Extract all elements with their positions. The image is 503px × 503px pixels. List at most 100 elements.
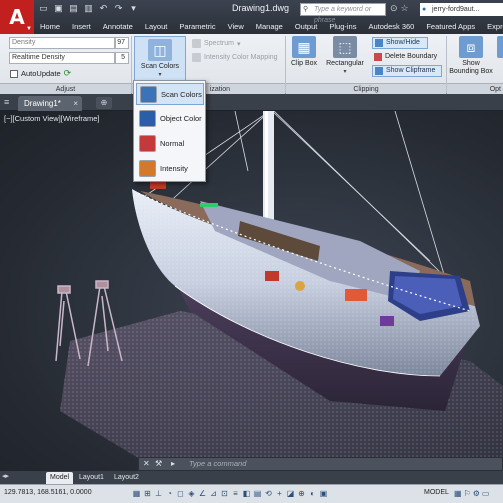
user-icon: ● (422, 6, 427, 13)
binoculars-icon[interactable]: ⊙ (390, 3, 398, 14)
more-options-button[interactable] (496, 36, 503, 60)
rectangular-label: Rectangular (326, 60, 364, 67)
new-tab-button[interactable]: ⊕ (96, 97, 112, 109)
layout-grid-icon[interactable]: ▦ (454, 489, 462, 499)
polar-icon[interactable]: ◔ (165, 489, 174, 499)
osnap-icon[interactable]: ◻ (176, 489, 185, 499)
show-bounding-box-label: Show Bounding Box (449, 60, 493, 75)
annotation-monitor-icon[interactable]: + (275, 489, 284, 499)
dropdown-item-normal[interactable]: Normal (136, 133, 204, 155)
application-menu-button[interactable]: A ▼ (0, 0, 34, 34)
3d-osnap-icon[interactable]: ◈ (187, 489, 196, 499)
drawing-viewport[interactable]: [−][Custom View][Wireframe] (0, 111, 503, 471)
isolate-icon[interactable]: ◐ (308, 489, 317, 499)
file-tab-label: Drawing1* (24, 99, 61, 108)
open-folder-icon[interactable]: ▣ (53, 3, 64, 14)
intensity-color-mapping-label: Intensity Color Mapping (204, 54, 278, 61)
dyn-icon[interactable]: ⊡ (220, 489, 229, 499)
tab-layout[interactable]: Layout (139, 20, 174, 34)
tab-nav-arrows-icon[interactable]: ◂▸ (2, 472, 9, 480)
chevron-down-icon: ▾ (236, 40, 241, 48)
scan-colors-icon: ◫ (148, 39, 172, 61)
tab-parametric[interactable]: Parametric (173, 20, 221, 34)
tab-autodesk-360[interactable]: Autodesk 360 (362, 20, 420, 34)
viewcube-icon[interactable]: ◪ (286, 489, 295, 499)
tab-insert[interactable]: Insert (66, 20, 97, 34)
model-space-toggle[interactable]: MODEL (424, 489, 449, 496)
rectangular-button[interactable]: ⬚ Rectangular ▾ (323, 36, 367, 76)
navigation-icon[interactable]: ⊕ (297, 489, 306, 499)
command-input[interactable]: Type a command (189, 458, 246, 470)
annotation-scale-icon[interactable]: ⚐ (464, 489, 471, 499)
quick-access-toolbar: ▭ ▣ ▤ ▥ ↶ ↷ ▾ (38, 3, 139, 14)
clean-screen-icon[interactable]: ▭ (482, 489, 490, 499)
workspace-icon[interactable]: ⚙ (473, 489, 480, 499)
tab-output[interactable]: Output (289, 20, 324, 34)
delete-boundary-button[interactable]: Delete Boundary (372, 51, 444, 63)
save-as-icon[interactable]: ▥ (83, 3, 94, 14)
star-icon[interactable]: ☆ (401, 3, 409, 14)
realtime-density-field[interactable]: Realtime Density (9, 52, 115, 64)
tab-annotate[interactable]: Annotate (97, 20, 139, 34)
new-file-icon[interactable]: ▭ (38, 3, 49, 14)
otrack-icon[interactable]: ∠ (198, 489, 207, 499)
dropdown-item-intensity[interactable]: Intensity (136, 158, 204, 180)
tab-model[interactable]: Model (46, 472, 74, 484)
file-tab-drawing1[interactable]: Drawing1* × (18, 96, 82, 111)
viewport-controls-label[interactable]: [−][Custom View][Wireframe] (4, 114, 100, 123)
scan-colors-icon (140, 86, 157, 103)
menu-icon[interactable]: ≡ (4, 97, 15, 108)
selection-cycling-icon[interactable]: ⟲ (264, 489, 273, 499)
show-bounding-box-button[interactable]: ⧈ Show Bounding Box (447, 36, 495, 76)
spectrum-icon (192, 39, 201, 48)
tab-layout2[interactable]: Layout2 (110, 472, 143, 484)
spectrum-button[interactable]: Spectrum ▾ (192, 39, 240, 48)
autoupdate-toggle[interactable]: AutoUpdate ⟳ (10, 68, 71, 79)
undo-icon[interactable]: ↶ (98, 3, 109, 14)
title-bar: A ▼ ▭ ▣ ▤ ▥ ↶ ↷ ▾ Drawing1.dwg ⚲ Type a … (0, 0, 503, 34)
chevron-down-icon: ▾ (343, 69, 347, 75)
dropdown-item-label: Normal (160, 139, 185, 148)
dropdown-item-scan-colors[interactable]: Scan Colors (136, 83, 204, 105)
density-field[interactable]: Density (9, 37, 115, 49)
quick-properties-icon[interactable]: ▤ (253, 489, 262, 499)
hardware-icon[interactable]: ▣ (319, 489, 328, 499)
clip-box-button[interactable]: ▦ Clip Box (288, 36, 320, 68)
grid-icon[interactable]: ▦ (132, 489, 141, 499)
show-clipframe-toggle[interactable]: Show Clipframe (372, 65, 442, 77)
tab-manage[interactable]: Manage (250, 20, 289, 34)
scan-colors-button[interactable]: ◫ Scan Colors ▾ (134, 36, 186, 82)
close-icon[interactable]: × (73, 96, 78, 111)
normal-icon (139, 135, 156, 152)
ortho-icon[interactable]: ⊥ (154, 489, 163, 499)
dropdown-item-object-color[interactable]: Object Color (136, 108, 204, 130)
user-name: jerry-ford9aut... (432, 6, 480, 13)
tab-home[interactable]: Home (34, 20, 66, 34)
tab-express[interactable]: Expre (481, 20, 503, 34)
redo-icon[interactable]: ↷ (113, 3, 124, 14)
search-input[interactable]: ⚲ Type a keyword or phrase (300, 3, 386, 24)
qat-more-icon[interactable]: ▾ (128, 3, 139, 14)
ribbon-tabs: Home Insert Annotate Layout Parametric V… (34, 20, 503, 34)
intensity-color-mapping-button[interactable]: Intensity Color Mapping (192, 53, 278, 62)
tab-plugins[interactable]: Plug-ins (323, 20, 362, 34)
wrench-icon[interactable]: ⚒ (155, 458, 162, 470)
density-value[interactable]: 97 (115, 37, 129, 49)
save-icon[interactable]: ▤ (68, 3, 79, 14)
snap-icon[interactable]: ⊞ (143, 489, 152, 499)
realtime-density-value[interactable]: 5 (115, 52, 129, 64)
show-hide-toggle[interactable]: Show/Hide (372, 37, 428, 49)
tab-layout1[interactable]: Layout1 (75, 472, 108, 484)
user-account[interactable]: ● jerry-ford9aut... (420, 3, 503, 16)
close-icon[interactable]: ✕ (143, 458, 150, 470)
tab-view[interactable]: View (222, 20, 250, 34)
lineweight-icon[interactable]: ≡ (231, 489, 240, 499)
transparency-icon[interactable]: ◧ (242, 489, 251, 499)
document-title: Drawing1.dwg (232, 3, 290, 13)
ducs-icon[interactable]: ⊿ (209, 489, 218, 499)
bounding-box-icon: ⧈ (459, 36, 483, 58)
show-hide-label: Show/Hide (386, 39, 420, 46)
rectangular-clip-icon: ⬚ (333, 36, 357, 58)
tab-featured-apps[interactable]: Featured Apps (420, 20, 481, 34)
autocad-window: A ▼ ▭ ▣ ▤ ▥ ↶ ↷ ▾ Drawing1.dwg ⚲ Type a … (0, 0, 503, 503)
